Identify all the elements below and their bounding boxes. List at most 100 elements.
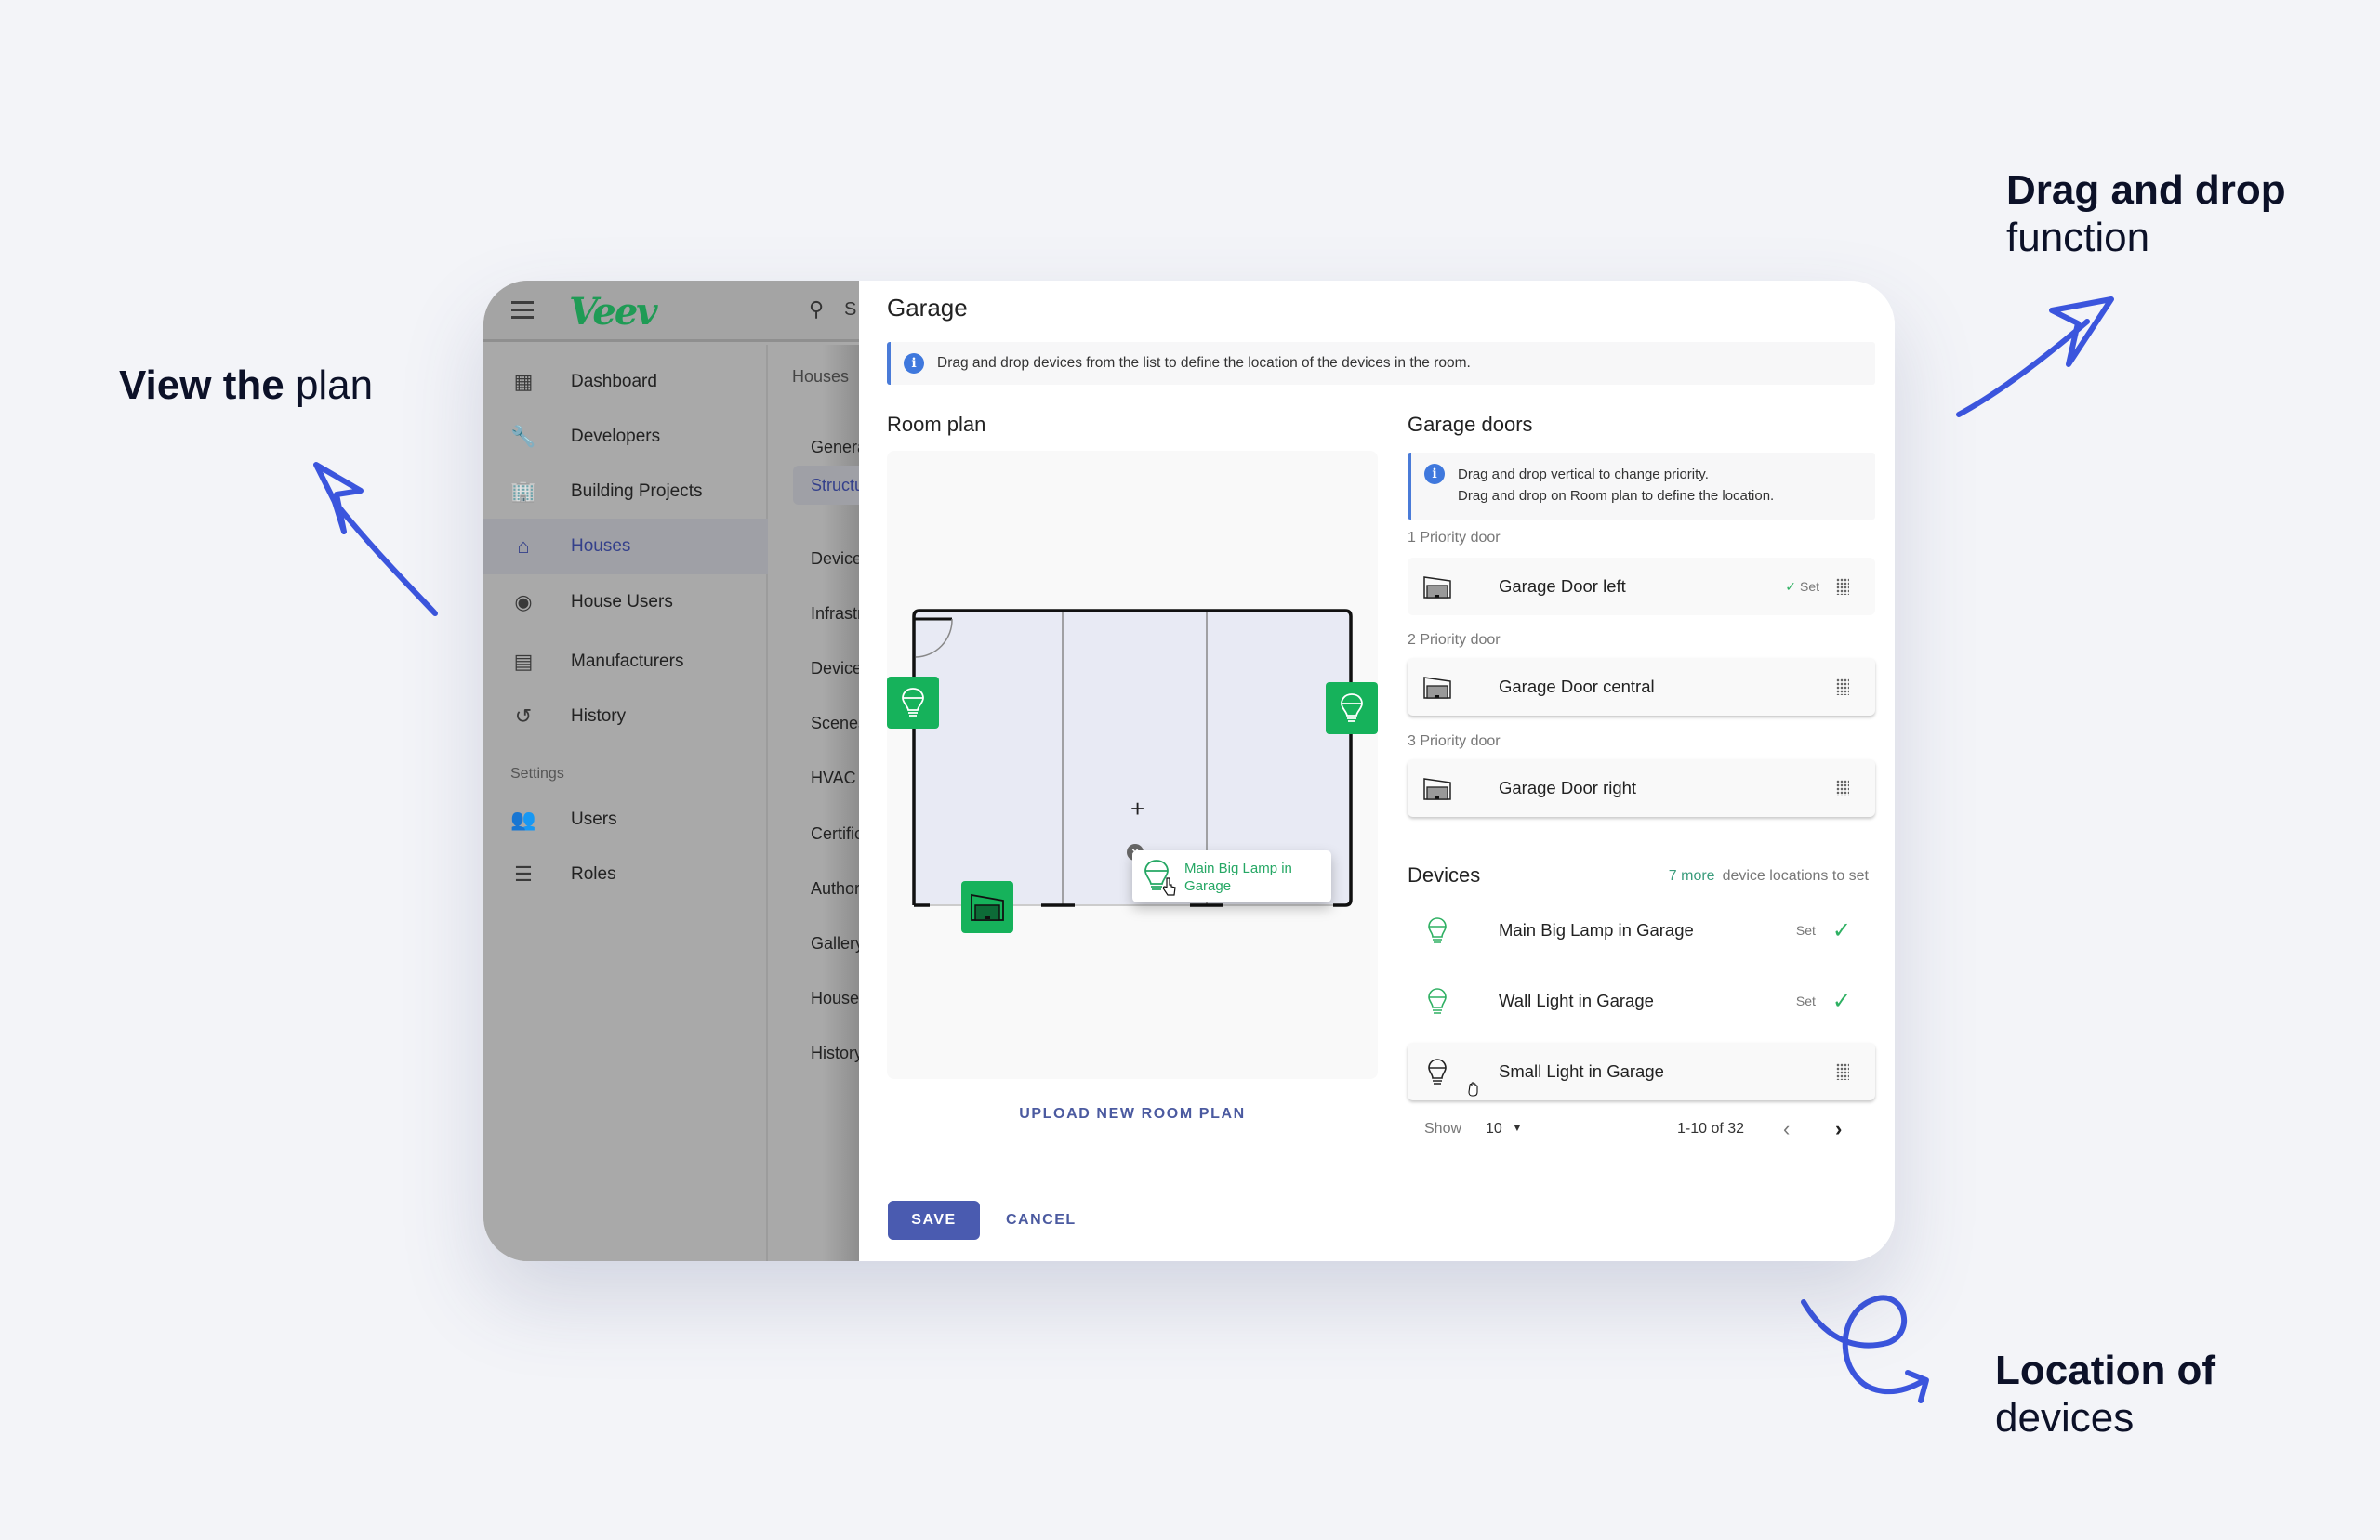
set-label: Set [1795, 994, 1816, 1008]
sidebar-item-building-projects[interactable]: 🏢 Building Projects [483, 464, 768, 520]
garage-door-name: Garage Door right [1499, 778, 1637, 797]
logo: Veev [569, 290, 658, 334]
pagination: Show 10 ▼ 1-10 of 32 ‹ › [1408, 1115, 1875, 1143]
page-size-select[interactable]: 10 [1486, 1121, 1502, 1138]
arrow-location-icon [1801, 1295, 1929, 1403]
buildings-icon: 🏢 [510, 480, 536, 503]
annotation-view-plan: View the plan [119, 362, 373, 410]
garage-door-icon [971, 893, 1004, 921]
devices-remaining: 7 more device locations to set [1669, 868, 1869, 885]
sidebar-item-developers[interactable]: 🔧 Developers [483, 409, 768, 465]
crosshair-icon: + [1130, 795, 1145, 823]
sidebar-item-label: Manufacturers [571, 652, 684, 671]
garage-doors-info: i Drag and drop vertical to change prior… [1408, 453, 1875, 520]
priority-label: 1 Priority door [1408, 530, 1501, 546]
placed-lamp-pin[interactable] [887, 677, 939, 729]
remaining-text: device locations to set [1722, 868, 1869, 884]
caret-down-icon[interactable]: ▼ [1512, 1121, 1523, 1134]
subnav-item[interactable]: Certificates [811, 824, 859, 844]
annotation-light: plan [295, 362, 374, 408]
subnav-item[interactable]: House [811, 989, 859, 1008]
annotation-bold: Drag and drop [2006, 167, 2286, 213]
drag-handle-icon[interactable] [1836, 1063, 1849, 1080]
save-button[interactable]: SAVE [888, 1201, 980, 1240]
house-users-icon: ◉ [514, 590, 533, 613]
settings-section-label: Settings [510, 766, 564, 782]
search-icon[interactable]: ⚲ [809, 297, 824, 322]
device-row[interactable]: Small Light in Garage [1408, 1043, 1875, 1100]
sidebar-item-houses[interactable]: ⌂ Houses [483, 519, 768, 574]
priority-label: 3 Priority door [1408, 733, 1501, 749]
garage-doors-info-text: Drag and drop vertical to change priorit… [1458, 464, 1774, 507]
lightbulb-icon [1422, 987, 1452, 1015]
upload-room-plan-button[interactable]: UPLOAD NEW ROOM PLAN [887, 1106, 1378, 1123]
sidebar-item-manufacturers[interactable]: ▤ Manufacturers [483, 634, 768, 690]
sidebar-item-label: Building Projects [571, 481, 703, 501]
cancel-button[interactable]: CANCEL [1006, 1201, 1077, 1240]
annotation-drag-drop: Drag and drop function [2006, 167, 2286, 261]
garage-dialog: Garage i Drag and drop devices from the … [859, 281, 1895, 1261]
users-icon: 👥 [510, 808, 536, 831]
prev-page-icon[interactable]: ‹ [1783, 1117, 1790, 1141]
drag-handle-icon[interactable] [1836, 578, 1849, 595]
drag-handle-icon[interactable] [1836, 780, 1849, 796]
annotation-bold: Location of [1995, 1348, 2216, 1393]
dashboard-icon: ▦ [513, 370, 534, 393]
room-plan-title: Room plan [887, 413, 986, 436]
lightbulb-icon [1422, 1058, 1452, 1086]
lightbulb-icon [902, 688, 924, 717]
subnav-item[interactable]: Authorizations [811, 879, 859, 899]
dragging-device-card[interactable]: Main Big Lamp in Garage [1132, 850, 1331, 902]
subnav-item-active[interactable]: Structure [793, 466, 859, 505]
subnav-item[interactable]: Scenes [811, 714, 859, 733]
subnav-item[interactable]: HVAC [811, 769, 859, 788]
info-text: Drag and drop devices from the list to d… [937, 355, 1471, 371]
placed-garage-door-pin[interactable] [961, 881, 1013, 933]
set-label: Set [1795, 923, 1816, 938]
check-icon: ✓ [1831, 988, 1851, 1014]
garage-door-row[interactable]: Garage Door left ✓ Set [1408, 558, 1875, 615]
subnav-item[interactable]: Devices [811, 549, 859, 569]
garage-door-name: Garage Door left [1499, 576, 1626, 596]
check-icon: ✓ [1785, 578, 1796, 594]
device-row[interactable]: Main Big Lamp in Garage Set ✓ [1408, 902, 1875, 959]
subnav-item[interactable]: Infrastructure [811, 604, 859, 624]
sidebar: ▦ Dashboard 🔧 Developers 🏢 Building Proj… [483, 345, 768, 1261]
sidebar-item-roles[interactable]: ☰ Roles [483, 847, 768, 902]
annotation-light: function [2006, 214, 2150, 260]
remaining-count[interactable]: 7 more [1669, 868, 1715, 884]
info-icon: i [904, 353, 924, 374]
sidebar-item-history[interactable]: ↺ History [483, 689, 768, 744]
menu-icon[interactable] [511, 301, 534, 320]
set-status: ✓ Set [1785, 579, 1819, 595]
subnav-item[interactable]: General [811, 438, 859, 457]
room-plan-canvas[interactable]: + × Main Big Lamp in Garage [887, 451, 1378, 1079]
breadcrumb[interactable]: Houses [792, 367, 849, 387]
sidebar-item-dashboard[interactable]: ▦ Dashboard [483, 354, 768, 410]
sidebar-item-house-users[interactable]: ◉ House Users [483, 574, 768, 630]
info-line: Drag and drop on Room plan to define the… [1458, 488, 1775, 504]
sidebar-item-users[interactable]: 👥 Users [483, 792, 768, 848]
sidebar-item-label: Roles [571, 864, 616, 884]
search-input[interactable]: S [844, 299, 856, 321]
subnav-item[interactable]: Gallery [811, 934, 859, 954]
info-line: Drag and drop vertical to change priorit… [1458, 467, 1709, 482]
check-icon: ✓ [1831, 917, 1851, 943]
garage-door-row[interactable]: Garage Door right [1408, 759, 1875, 817]
garage-door-row[interactable]: Garage Door central [1408, 658, 1875, 716]
top-bar: Veev ⚲ S [483, 281, 859, 342]
page-range: 1-10 of 32 [1677, 1121, 1745, 1137]
manufacturers-icon: ▤ [513, 650, 534, 673]
subnav-item[interactable]: History [811, 1044, 859, 1063]
placed-lamp-pin[interactable] [1326, 682, 1378, 734]
roles-icon: ☰ [514, 862, 533, 886]
info-icon: i [1424, 464, 1445, 484]
subnav-item[interactable]: Devices [811, 659, 859, 678]
priority-label: 2 Priority door [1408, 632, 1501, 648]
device-row[interactable]: Wall Light in Garage Set ✓ [1408, 972, 1875, 1030]
floor-plan [912, 609, 1353, 907]
next-page-icon[interactable]: › [1835, 1117, 1842, 1141]
drag-handle-icon[interactable] [1836, 678, 1849, 695]
history-icon: ↺ [514, 704, 533, 728]
grab-cursor-icon [1468, 1082, 1478, 1097]
